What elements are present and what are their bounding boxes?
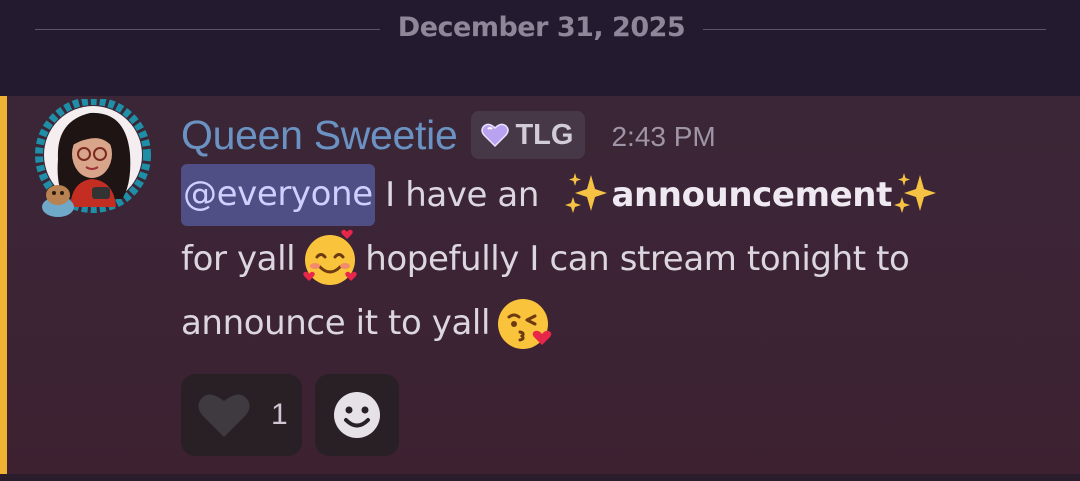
message-line-1: @everyone I have an announcement — [181, 163, 1061, 227]
server-tag-label: TLG — [515, 118, 574, 151]
chat-view: December 31, 2025 Queen Sweetie TLG 2:43… — [0, 0, 1080, 481]
message-text-2: for yall — [181, 239, 296, 279]
add-reaction-icon — [334, 392, 380, 438]
server-tag[interactable]: TLG — [471, 111, 586, 159]
sparkles-emoji — [563, 171, 609, 217]
message-header: Queen Sweetie TLG 2:43 PM — [181, 110, 716, 160]
divider-line-right — [703, 29, 1046, 30]
chat-message[interactable]: Queen Sweetie TLG 2:43 PM @everyone I ha… — [0, 96, 1080, 474]
avatar[interactable] — [28, 97, 153, 224]
announcement-bold-text: announcement — [611, 175, 892, 215]
mention-highlight-bar — [0, 96, 7, 474]
message-line-2: for yall hopefully I can stream tonight t… — [181, 227, 1061, 291]
bottom-strip — [0, 474, 1080, 481]
heart-icon — [198, 394, 250, 437]
author-name[interactable]: Queen Sweetie — [181, 112, 458, 159]
heart-reaction[interactable]: 1 — [181, 374, 302, 456]
message-text-1: I have an — [385, 175, 540, 215]
smiling-face-with-hearts-emoji — [301, 229, 359, 287]
message-text-3: hopefully I can stream tonight to — [365, 239, 910, 279]
everyone-mention[interactable]: @everyone — [181, 164, 375, 226]
message-content: @everyone I have an announcement for yal… — [181, 163, 1061, 355]
divider-date: December 31, 2025 — [397, 12, 686, 43]
sparkles-emoji — [892, 171, 938, 217]
message-timestamp[interactable]: 2:43 PM — [611, 117, 715, 153]
message-text-4: announce it to yall — [181, 303, 491, 343]
message-line-3: announce it to yall — [181, 291, 1061, 355]
purple-heart-icon — [481, 123, 510, 148]
heart-reaction-count: 1 — [271, 398, 288, 431]
date-divider: December 31, 2025 — [0, 0, 1080, 96]
reactions-bar: 1 — [181, 374, 399, 456]
divider-line-left — [35, 29, 380, 30]
face-blowing-a-kiss-emoji — [496, 293, 554, 351]
add-reaction-button[interactable] — [315, 374, 399, 456]
